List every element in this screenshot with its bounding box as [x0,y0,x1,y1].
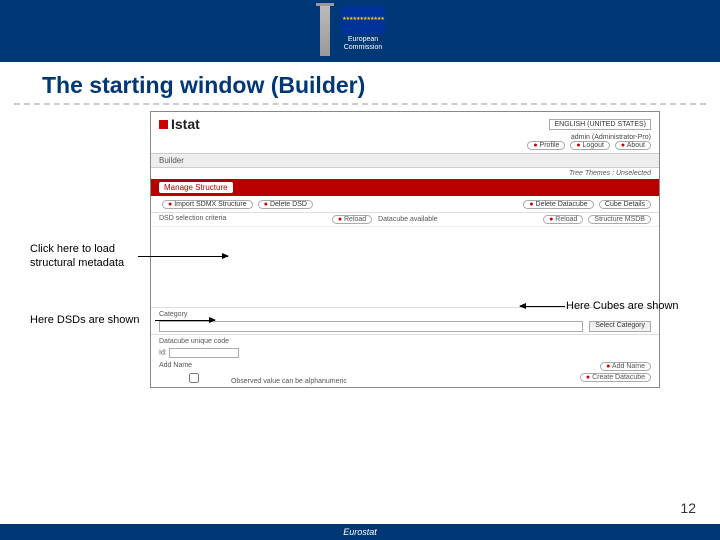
ec-text1: European [341,36,385,44]
profile-button[interactable]: ● Profile [527,141,565,150]
reload-cube-button[interactable]: ● Reload [543,215,583,224]
category-input[interactable] [159,321,583,332]
unique-code-label: Datacube unique code [151,334,659,346]
dsd-criteria-label: DSD selection criteria [159,215,226,224]
annotation-dsds: Here DSDs are shown [30,314,139,328]
slide-header-bar: European Commission [0,0,720,62]
toolbar: ● Import SDMX Structure ● Delete DSD ● D… [151,196,659,213]
eu-flag-icon [341,6,385,34]
tab-bar: Manage Structure [151,179,659,196]
observed-checkbox[interactable] [159,373,229,383]
builder-bar: Builder [151,153,659,168]
structure-msdb-button[interactable]: Structure MSDB [588,215,651,224]
logout-button[interactable]: ● Logout [570,141,610,150]
id-input[interactable] [169,348,239,358]
tree-row: Tree Themes : Unselected [151,168,659,179]
annotation-load: Click here to load structural metadata [30,243,124,271]
app-header: Istat ENGLISH (UNITED STATES) [151,112,659,134]
language-selector[interactable]: ENGLISH (UNITED STATES) [549,119,651,130]
arrow-dsds [155,320,215,321]
reload-dsd-button[interactable]: ● Reload [332,215,372,224]
dsd-cube-panel [151,227,659,307]
slide-title: The starting window (Builder) [14,62,706,105]
tab-other[interactable] [239,182,249,193]
istat-logo-icon [159,120,168,129]
tab-manage-structure[interactable]: Manage Structure [159,182,233,193]
arrow-cubes [520,306,565,307]
observed-label: Observed value can be alphanumeric [231,378,347,385]
observed-row: Observed value can be alphanumeric ● Cre… [151,371,659,387]
sub-toolbar: DSD selection criteria ● Reload Datacube… [151,213,659,227]
ec-text2: Commission [341,44,385,52]
app-screenshot: Istat ENGLISH (UNITED STATES) admin (Adm… [150,111,660,388]
create-datacube-button[interactable]: ● Create Datacube [580,373,651,382]
delete-datacube-button[interactable]: ● Delete Datacube [523,200,593,209]
add-name-row: Add Name ● Add Name [151,360,659,371]
annotation-cubes: Here Cubes are shown [566,300,679,314]
select-category-button[interactable]: Select Category [589,321,651,332]
arrow-load [138,256,228,257]
import-sdmx-button[interactable]: ● Import SDMX Structure [162,200,253,209]
delete-dsd-button[interactable]: ● Delete DSD [258,200,313,209]
user-row: admin (Administrator-Pro) ● Profile ● Lo… [151,134,659,153]
about-button[interactable]: ● About [615,141,651,150]
add-name-label: Add Name [159,362,192,369]
ec-pillars-graphic [320,6,330,56]
datacube-available-label: Datacube available [378,216,438,223]
cube-details-button[interactable]: Cube Details [599,200,651,209]
ec-logo: European Commission [341,6,385,51]
id-row: Id: [151,346,659,360]
footer: Eurostat [0,524,720,540]
add-name-button[interactable]: ● Add Name [600,362,651,371]
istat-logo: Istat [159,116,200,132]
page-number: 12 [680,500,696,516]
user-label: admin (Administrator-Pro) [571,134,651,141]
